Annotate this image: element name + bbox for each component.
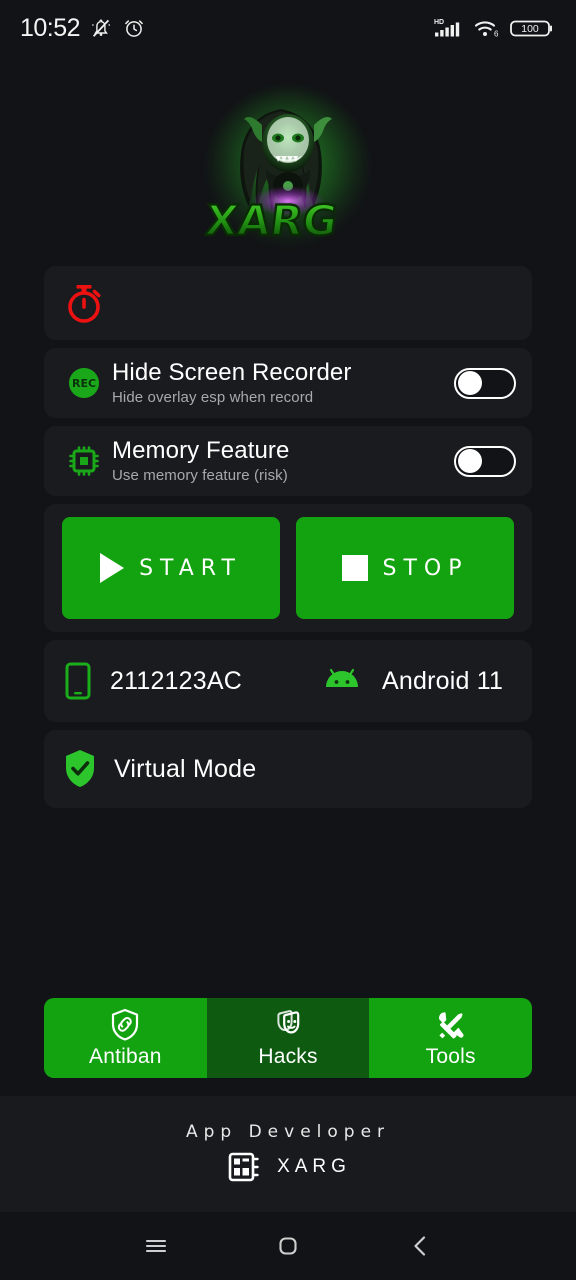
footer: App Developer XARG	[0, 1096, 576, 1212]
tab-antiban-label: Antiban	[89, 1045, 162, 1068]
os-version-group: Android 11	[320, 666, 503, 696]
chip-board-icon	[228, 1152, 259, 1182]
logo-wordmark: XARG	[204, 195, 341, 246]
shield-check-icon	[66, 750, 94, 787]
nav-back-button[interactable]	[393, 1219, 447, 1273]
menu-icon	[145, 1239, 167, 1253]
home-square-icon	[279, 1237, 297, 1255]
status-bar-left: 10:52	[20, 14, 146, 43]
theater-masks-icon	[277, 1010, 300, 1034]
android-robot-icon	[326, 668, 358, 687]
stop-button-label: STOP	[382, 555, 469, 581]
smartphone-icon	[65, 662, 91, 700]
footer-title: App Developer	[185, 1122, 391, 1142]
status-bar-right: HD 6 100	[434, 16, 554, 40]
app-logo-area: XARG	[0, 56, 576, 266]
footer-brand: XARG	[225, 1148, 351, 1186]
tab-tools-label: Tools	[425, 1045, 476, 1068]
device-model-group: 2112123AC	[62, 661, 320, 701]
xarg-logo: XARG	[202, 83, 374, 255]
setting-row-memory-feature[interactable]: Memory Feature Use memory feature (risk)	[44, 426, 532, 496]
main-content: REC Hide Screen Recorder Hide overlay es…	[0, 266, 576, 998]
device-model: 2112123AC	[110, 666, 243, 695]
chevron-left-icon	[414, 1236, 426, 1256]
battery-icon: 100	[510, 20, 552, 37]
memory-chip-icon	[58, 443, 110, 479]
tab-hacks[interactable]: Hacks	[206, 998, 370, 1078]
nav-recents-button[interactable]	[129, 1219, 183, 1273]
logo-brand-text: XARG	[204, 196, 340, 245]
setting-subtitle: Hide overlay esp when record	[112, 389, 314, 407]
bottom-tab-bar: Antiban Hacks Tools	[44, 998, 532, 1078]
toggle-knob	[458, 449, 482, 473]
device-info-card: 2112123AC Android 11	[44, 640, 532, 722]
rec-icon-label: REC	[72, 377, 96, 390]
stopwatch-icon	[68, 285, 101, 323]
toggle-knob	[458, 371, 482, 395]
cellular-signal-icon: HD	[434, 19, 460, 37]
setting-text-group: Memory Feature Use memory feature (risk)	[110, 436, 454, 485]
setting-title: Memory Feature	[112, 436, 290, 464]
stop-square-icon	[341, 555, 368, 581]
virtual-mode-card[interactable]: Virtual Mode	[44, 730, 532, 808]
os-version: Android 11	[382, 666, 504, 695]
memory-feature-toggle[interactable]	[454, 445, 516, 477]
mute-bell-icon	[92, 19, 111, 37]
setting-row-hide-screen-recorder[interactable]: REC Hide Screen Recorder Hide overlay es…	[44, 348, 532, 418]
stop-button[interactable]: STOP	[296, 517, 514, 619]
action-buttons-card: START STOP	[44, 504, 532, 632]
wifi-generation-label: 6	[494, 30, 499, 39]
rec-icon: REC	[58, 365, 110, 401]
status-bar: 10:52 HD 6 100	[0, 0, 576, 56]
timer-card[interactable]	[44, 266, 532, 340]
tools-icon	[438, 1012, 464, 1039]
battery-level-label: 100	[521, 23, 539, 35]
virtual-mode-label: Virtual Mode	[114, 754, 257, 783]
start-button[interactable]: START	[62, 517, 280, 619]
xarg-mascot-icon: XARG	[204, 109, 341, 246]
play-icon	[100, 553, 125, 583]
status-time: 10:52	[20, 13, 81, 42]
tab-tools[interactable]: Tools	[369, 998, 532, 1078]
hide-screen-recorder-toggle[interactable]	[454, 367, 516, 399]
setting-subtitle: Use memory feature (risk)	[112, 467, 288, 485]
nav-home-button[interactable]	[261, 1219, 315, 1273]
setting-text-group: Hide Screen Recorder Hide overlay esp wh…	[110, 358, 454, 407]
alarm-clock-icon	[125, 20, 143, 37]
tab-antiban[interactable]: Antiban	[44, 998, 207, 1078]
app-screen: 10:52 HD 6 100 XARG REC Hide Screen Reco…	[0, 0, 576, 1280]
shield-link-icon	[112, 1008, 139, 1041]
setting-title: Hide Screen Recorder	[112, 358, 352, 386]
network-type-label: HD	[434, 19, 444, 26]
wifi-icon: 6	[474, 21, 499, 39]
start-button-label: START	[139, 555, 242, 581]
footer-developer-name: XARG	[277, 1156, 351, 1177]
tab-hacks-label: Hacks	[258, 1045, 318, 1068]
android-nav-bar	[0, 1212, 576, 1280]
